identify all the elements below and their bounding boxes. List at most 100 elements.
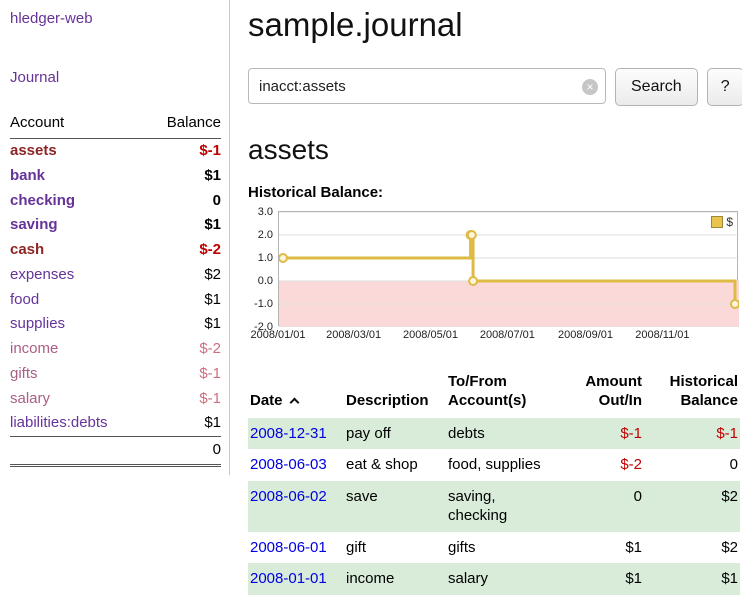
x-axis-tick-label: 2008/11/01 <box>635 329 689 341</box>
sort-ascending-icon <box>289 397 299 407</box>
chart-plot-area: $ <box>278 211 738 326</box>
transaction-description: gift <box>344 532 446 564</box>
sidebar-account-supplies[interactable]: supplies <box>10 315 65 332</box>
transaction-amount: $1 <box>554 532 644 564</box>
transaction-amount: $-2 <box>554 449 644 481</box>
clear-search-icon[interactable]: × <box>582 79 598 95</box>
accounts-header-balance: Balance <box>146 112 221 139</box>
account-row-income: income $-2 <box>10 337 221 362</box>
search-input[interactable] <box>248 68 606 104</box>
y-axis-labels: 3.02.01.00.0-1.0-2.0 <box>248 211 278 326</box>
chart-legend: $ <box>711 215 733 229</box>
account-row-liabilities-debts: liabilities:debts $1 <box>10 411 221 436</box>
transaction-date-link[interactable]: 2008-01-01 <box>250 570 327 587</box>
transaction-balance: $2 <box>644 481 740 532</box>
sidebar-account-checking[interactable]: checking <box>10 192 75 209</box>
account-balance: $-2 <box>146 337 221 362</box>
help-button[interactable]: ? <box>707 68 742 106</box>
sidebar-account-gifts[interactable]: gifts <box>10 365 38 382</box>
register-row: 2008-12-31 pay off debts $-1 $-1 <box>248 418 740 450</box>
accounts-total-row: 0 <box>10 437 221 466</box>
transaction-description: pay off <box>344 418 446 450</box>
sidebar-account-liabilities-debts[interactable]: liabilities:debts <box>10 414 108 431</box>
account-balance: $1 <box>146 213 221 238</box>
chart-title: Historical Balance: <box>248 184 738 201</box>
transaction-date-link[interactable]: 2008-06-03 <box>250 456 327 473</box>
app-title-link[interactable]: hledger-web <box>10 10 221 27</box>
transaction-description: save <box>344 481 446 532</box>
sidebar-account-salary[interactable]: salary <box>10 390 50 407</box>
transaction-accounts: food, supplies <box>446 449 554 481</box>
account-balance: $-2 <box>146 238 221 263</box>
register-header-description: Description <box>344 371 446 418</box>
x-axis-labels: 2008/01/012008/03/012008/05/012008/07/01… <box>278 329 738 345</box>
sidebar-account-income[interactable]: income <box>10 340 58 357</box>
transaction-amount: $-1 <box>554 418 644 450</box>
accounts-table-header: Account Balance <box>10 112 221 139</box>
register-row: 2008-01-01 income salary $1 $1 <box>248 563 740 595</box>
account-row-supplies: supplies $1 <box>10 312 221 337</box>
register-header-row: Date Description To/From Account(s) Amou… <box>248 371 740 418</box>
account-row-checking: checking 0 <box>10 189 221 214</box>
account-balance: $-1 <box>146 362 221 387</box>
y-axis-tick-label: 2.0 <box>258 229 273 241</box>
main-content: sample.journal × Search ? assets Histori… <box>230 0 742 609</box>
account-row-bank: bank $1 <box>10 164 221 189</box>
account-balance: $1 <box>146 411 221 436</box>
sidebar-item-journal[interactable]: Journal <box>10 69 221 86</box>
account-row-cash: cash $-2 <box>10 238 221 263</box>
account-balance: $-1 <box>146 139 221 164</box>
account-row-saving: saving $1 <box>10 213 221 238</box>
register-header-amount: Amount Out/In <box>554 371 644 418</box>
sidebar: hledger-web Journal Account Balance asse… <box>0 0 230 475</box>
search-bar: × Search ? <box>248 68 738 106</box>
y-axis-tick-label: 0.0 <box>258 275 273 287</box>
account-row-salary: salary $-1 <box>10 387 221 412</box>
x-axis-tick-label: 2008/03/01 <box>326 329 381 341</box>
register-table: Date Description To/From Account(s) Amou… <box>248 371 740 595</box>
transaction-description: income <box>344 563 446 595</box>
account-row-assets: assets $-1 <box>10 139 221 164</box>
transaction-accounts: gifts <box>446 532 554 564</box>
account-heading: assets <box>248 134 738 166</box>
y-axis-tick-label: 3.0 <box>258 206 273 218</box>
page-title: sample.journal <box>248 6 738 44</box>
sidebar-account-bank[interactable]: bank <box>10 167 45 184</box>
account-row-expenses: expenses $2 <box>10 263 221 288</box>
transaction-amount: $1 <box>554 563 644 595</box>
sidebar-account-expenses[interactable]: expenses <box>10 266 74 283</box>
register-header-balance: Historical Balance <box>644 371 740 418</box>
transaction-balance: 0 <box>644 449 740 481</box>
register-header-date[interactable]: Date <box>248 371 344 418</box>
sidebar-account-assets[interactable]: assets <box>10 142 57 159</box>
transaction-date-link[interactable]: 2008-12-31 <box>250 425 327 442</box>
account-balance: $1 <box>146 312 221 337</box>
account-balance: $1 <box>146 164 221 189</box>
transaction-accounts: saving, checking <box>446 481 554 532</box>
search-field-wrap: × <box>248 68 606 106</box>
sidebar-account-food[interactable]: food <box>10 291 39 308</box>
legend-label: $ <box>726 215 733 229</box>
x-axis-tick-label: 2008/01/01 <box>250 329 305 341</box>
transaction-date-link[interactable]: 2008-06-01 <box>250 539 327 556</box>
account-row-food: food $1 <box>10 288 221 313</box>
transaction-balance: $-1 <box>644 418 740 450</box>
register-row: 2008-06-02 save saving, checking 0 $2 <box>248 481 740 532</box>
account-balance: $2 <box>146 263 221 288</box>
transaction-balance: $1 <box>644 563 740 595</box>
search-button[interactable]: Search <box>615 68 698 106</box>
transaction-date-link[interactable]: 2008-06-02 <box>250 488 327 505</box>
accounts-table: Account Balance assets $-1 bank $1 check… <box>10 112 221 467</box>
x-axis-tick-label: 2008/05/01 <box>403 329 458 341</box>
transaction-accounts: salary <box>446 563 554 595</box>
y-axis-tick-label: 1.0 <box>258 252 273 264</box>
sidebar-account-cash[interactable]: cash <box>10 241 44 258</box>
sidebar-account-saving[interactable]: saving <box>10 216 58 233</box>
accounts-header-account: Account <box>10 112 146 139</box>
register-row: 2008-06-03 eat & shop food, supplies $-2… <box>248 449 740 481</box>
account-balance: 0 <box>146 189 221 214</box>
transaction-accounts: debts <box>446 418 554 450</box>
account-balance: $-1 <box>146 387 221 412</box>
historical-balance-chart: 3.02.01.00.0-1.0-2.0 $ 2008/01/012008/03… <box>248 211 738 345</box>
transaction-amount: 0 <box>554 481 644 532</box>
